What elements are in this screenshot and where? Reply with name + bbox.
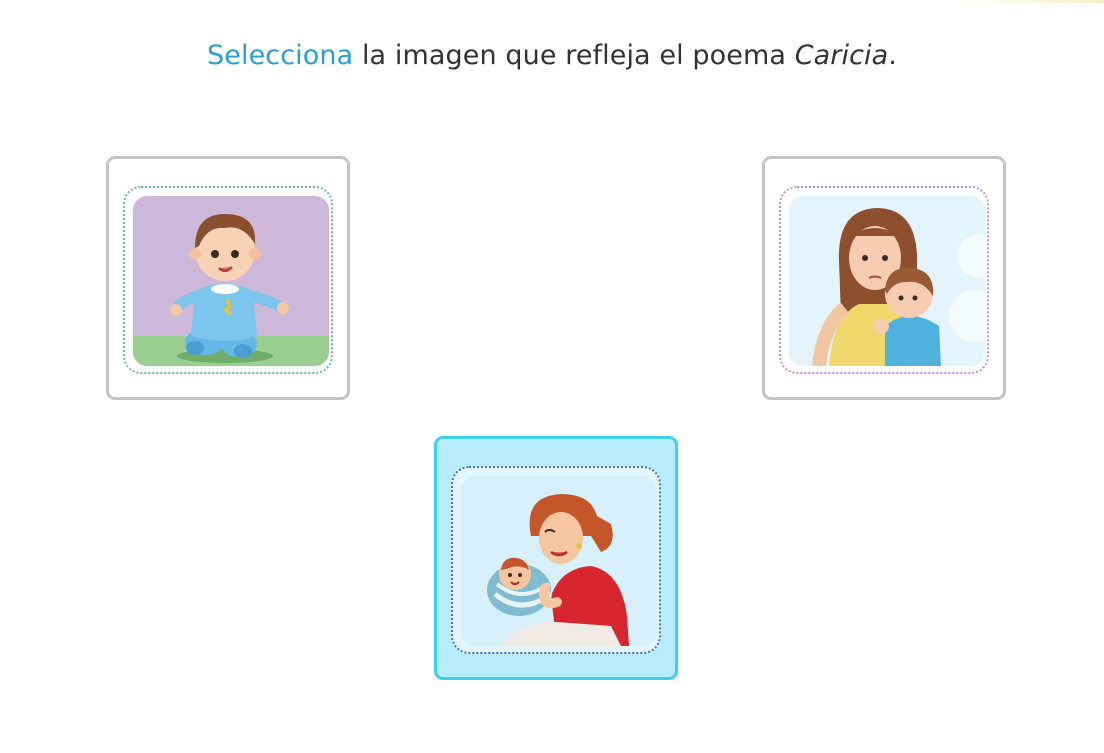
instruction-verb: Selecciona bbox=[207, 40, 354, 71]
activity-page: Selecciona la imagen que refleja el poem… bbox=[0, 0, 1104, 753]
option-frame bbox=[451, 466, 661, 654]
instruction-text: Selecciona la imagen que refleja el poem… bbox=[0, 40, 1104, 71]
option-frame bbox=[779, 186, 989, 374]
option-frame bbox=[123, 186, 333, 374]
option-card-baby[interactable] bbox=[106, 156, 350, 400]
baby-sitting-illustration bbox=[133, 196, 329, 366]
instruction-end: . bbox=[888, 40, 897, 71]
option-card-mother-baby[interactable] bbox=[434, 436, 678, 680]
poem-title: Caricia bbox=[794, 40, 889, 71]
mother-hugging-child-illustration bbox=[789, 196, 985, 366]
mother-holding-baby-illustration bbox=[461, 476, 657, 646]
option-card-mother-hug[interactable] bbox=[762, 156, 1006, 400]
corner-accent bbox=[954, 0, 1104, 3]
instruction-middle: la imagen que refleja el poema bbox=[353, 40, 795, 71]
